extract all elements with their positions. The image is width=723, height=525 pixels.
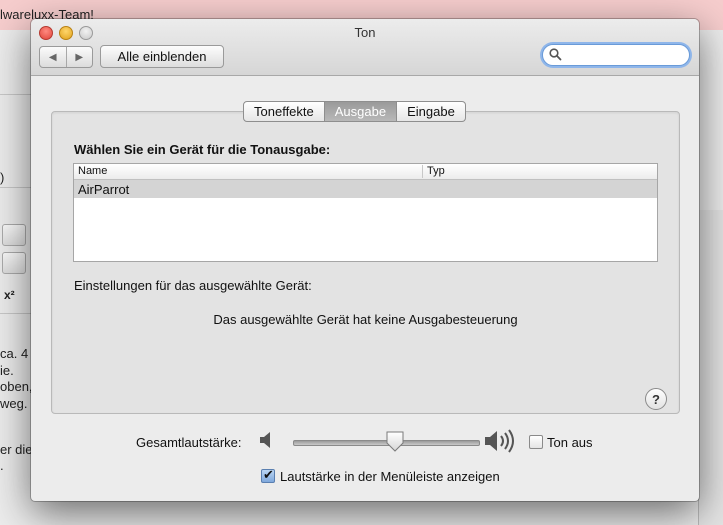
window-title: Ton [354, 25, 376, 40]
column-header-type[interactable]: Typ [427, 165, 445, 177]
search-field[interactable] [542, 44, 690, 66]
device-table: Name Typ AirParrot [73, 163, 658, 262]
output-volume-label: Gesamtlautstärke: [136, 435, 242, 450]
column-header-name[interactable]: Name [78, 165, 107, 177]
background-line-2: ie. [0, 363, 14, 378]
output-volume-slider-thumb[interactable] [385, 431, 405, 456]
tab-eingabe[interactable]: Eingabe [397, 101, 466, 122]
background-side-panel [698, 210, 723, 525]
device-settings-label: Einstellungen für das ausgewählte Gerät: [74, 278, 312, 293]
tab-toneffekte[interactable]: Toneffekte [243, 101, 325, 122]
chevron-right-icon: ▶ [75, 51, 84, 63]
help-button[interactable]: ? [645, 388, 667, 410]
search-icon [549, 48, 562, 64]
background-line-3: oben, [0, 379, 33, 394]
background-line-5: er die [0, 442, 33, 457]
column-divider [422, 165, 423, 178]
search-input[interactable] [565, 47, 685, 64]
tab-bar: Toneffekte Ausgabe Eingabe [243, 101, 466, 122]
device-name: AirParrot [78, 182, 130, 197]
tab-ausgabe[interactable]: Ausgabe [324, 101, 398, 122]
back-button[interactable]: ◀ [40, 47, 66, 67]
background-toolbar-button [2, 224, 26, 246]
history-nav-group: ◀ ▶ [39, 46, 93, 68]
speaker-high-icon [484, 428, 518, 457]
background-paren: ) [0, 170, 5, 185]
background-line-6: . [0, 458, 4, 473]
mute-label[interactable]: Ton aus [547, 435, 593, 450]
show-volume-in-menubar-label[interactable]: Lautstärke in der Menüleiste anzeigen [280, 469, 500, 484]
background-line-1: ca. 4 [0, 346, 29, 361]
no-output-control-message: Das ausgewählte Gerät hat keine Ausgabes… [213, 312, 518, 327]
table-header: Name Typ [74, 164, 657, 180]
mute-checkbox[interactable] [529, 435, 543, 449]
background-toolbar-button [2, 252, 26, 274]
speaker-low-icon [259, 430, 275, 453]
window-titlebar: Ton ◀ ▶ Alle einblenden [31, 19, 699, 76]
sound-preferences-window: Ton ◀ ▶ Alle einblenden Toneffekte Ausga… [31, 19, 699, 501]
show-volume-in-menubar-checkbox[interactable]: ✔ [261, 467, 275, 483]
output-tab-panel: Wählen Sie ein Gerät für die Tonausgabe:… [51, 111, 680, 414]
checkmark-icon: ✔ [263, 467, 274, 482]
forward-button[interactable]: ▶ [65, 47, 93, 67]
superscript-icon: x² [4, 288, 15, 302]
table-row[interactable]: AirParrot [74, 180, 657, 198]
device-section-title: Wählen Sie ein Gerät für die Tonausgabe: [74, 142, 331, 157]
background-line-4: weg. [0, 396, 28, 411]
show-all-button[interactable]: Alle einblenden [100, 45, 224, 68]
chevron-left-icon: ◀ [48, 51, 57, 63]
